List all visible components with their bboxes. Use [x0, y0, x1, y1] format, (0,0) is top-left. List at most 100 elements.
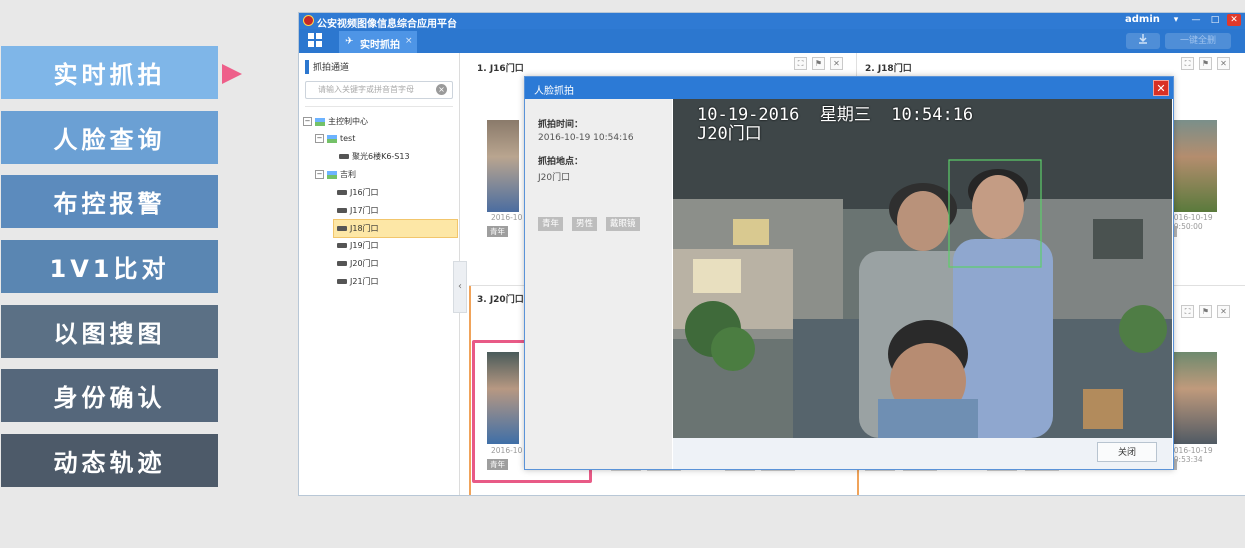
- active-nav-pointer-icon: [222, 64, 242, 84]
- camera-icon: [337, 243, 347, 248]
- tree-label: J21门口: [350, 277, 379, 286]
- cell-title: 3. J20门口: [477, 295, 524, 305]
- tree-node-camera[interactable]: J17门口: [337, 202, 379, 219]
- capture-place-value: J20门口: [538, 173, 571, 183]
- flag-icon[interactable]: ⚑: [812, 57, 825, 70]
- maximize-button[interactable]: □: [1208, 14, 1222, 26]
- thumb-tag: 青年: [487, 226, 508, 237]
- delete-all-label: 一键全删: [1179, 36, 1216, 46]
- window-close-button[interactable]: ✕: [1227, 14, 1241, 26]
- fullscreen-icon[interactable]: ⛶: [794, 57, 807, 70]
- tree-node-camera[interactable]: J21门口: [337, 273, 379, 290]
- dialog-close-icon[interactable]: ✕: [1153, 80, 1169, 96]
- attribute-tag: 戴眼镜: [606, 217, 640, 231]
- flag-icon[interactable]: ⚑: [1199, 57, 1212, 70]
- tree-node-test[interactable]: − test: [315, 130, 355, 147]
- panel-accent: [305, 60, 309, 74]
- dialog-close-button[interactable]: 关闭: [1097, 442, 1157, 462]
- tree-label: 吉利: [340, 170, 356, 179]
- face-capture-dialog: 人脸抓拍 ✕ 抓拍时间： 2016-10-19 10:54:16 抓拍地点： J…: [524, 76, 1174, 470]
- delete-all-button[interactable]: 一键全删: [1165, 33, 1231, 49]
- capture-place-label: 抓拍地点：: [538, 157, 584, 167]
- capture-time-value: 2016-10-19 10:54:16: [538, 133, 634, 143]
- nav-item-face-query[interactable]: 人脸查询: [1, 111, 218, 164]
- collapse-toggle-icon[interactable]: −: [315, 170, 324, 179]
- collapse-toggle-icon[interactable]: −: [303, 117, 312, 126]
- capture-time-label: 抓拍时间：: [538, 120, 584, 130]
- camera-icon: [339, 154, 349, 159]
- panel-collapse-handle[interactable]: ‹: [453, 261, 467, 313]
- thumb-timestamp: 2016-10-19 10:53:34: [1169, 446, 1213, 464]
- tree-label: J19门口: [350, 241, 379, 250]
- tree-node-camera[interactable]: 聚光6楼K6-S13: [339, 148, 410, 165]
- tree-label: test: [340, 134, 356, 143]
- current-user[interactable]: admin: [1125, 14, 1160, 25]
- tree-label: J17门口: [350, 206, 379, 215]
- tree-node-main-center[interactable]: − 主控制中心: [303, 113, 368, 130]
- nav-item-image-search[interactable]: 以图搜图: [1, 305, 218, 358]
- nav-item-identity-confirm[interactable]: 身份确认: [1, 369, 218, 422]
- fullscreen-icon[interactable]: ⛶: [1181, 305, 1194, 318]
- office-scene-image: [673, 99, 1172, 438]
- panel-title: 抓拍通道: [313, 63, 350, 73]
- download-icon: [1139, 34, 1147, 44]
- camera-tab-icon: ✈: [345, 36, 354, 47]
- police-badge-icon: [303, 15, 314, 26]
- collapse-toggle-icon[interactable]: −: [315, 134, 324, 143]
- camera-icon: [337, 190, 347, 195]
- network-group-icon: [327, 134, 337, 143]
- capture-scene-image: 10-19-2016 星期三 10:54:16 J20门口: [673, 99, 1172, 438]
- tree-label: 主控制中心: [328, 117, 368, 126]
- tree-label: J16门口: [350, 188, 379, 197]
- tab-live-capture[interactable]: ✈ 实时抓拍 ×: [339, 31, 417, 53]
- tree-label: J20门口: [350, 259, 379, 268]
- download-button[interactable]: [1126, 33, 1160, 49]
- tab-bar: ✈ 实时抓拍 × 一键全删: [299, 29, 1245, 53]
- video-location-overlay: J20门口: [697, 124, 762, 144]
- nav-item-dynamic-track[interactable]: 动态轨迹: [1, 434, 218, 487]
- camera-icon: [337, 279, 347, 284]
- app-title: 公安视频图像信息综合应用平台: [317, 19, 457, 30]
- channel-panel: 抓拍通道 请输入关键字或拼音首字母 × − 主控制中心 − test 聚光6楼K6-…: [299, 53, 460, 495]
- tree-node-camera[interactable]: J19门口: [337, 237, 379, 254]
- tab-close-icon[interactable]: ×: [405, 36, 413, 46]
- grid-menu-icon[interactable]: [307, 32, 323, 48]
- camera-icon: [337, 208, 347, 213]
- minimize-button[interactable]: —: [1189, 14, 1203, 26]
- capture-thumbnail[interactable]: [1169, 120, 1217, 212]
- search-clear-icon[interactable]: ×: [436, 84, 447, 95]
- channel-search-input[interactable]: 请输入关键字或拼音首字母: [305, 81, 453, 99]
- cell-title: 1. J16门口: [477, 64, 524, 74]
- nav-item-alarm-control[interactable]: 布控报警: [1, 175, 218, 228]
- nav-item-1v1-compare[interactable]: 1V1比对: [1, 240, 218, 293]
- attribute-tag: 男性: [572, 217, 598, 231]
- flag-icon[interactable]: ⚑: [1199, 305, 1212, 318]
- tab-label: 实时抓拍: [360, 40, 400, 51]
- capture-thumbnail[interactable]: [487, 120, 519, 212]
- close-icon[interactable]: ✕: [1217, 305, 1230, 318]
- dialog-footer: 关闭: [673, 438, 1172, 469]
- tree-label: 聚光6楼K6-S13: [352, 152, 410, 161]
- title-bar: 公安视频图像信息综合应用平台 admin ▾ — □ ✕: [299, 13, 1245, 30]
- fullscreen-icon[interactable]: ⛶: [1181, 57, 1194, 70]
- close-icon[interactable]: ✕: [830, 57, 843, 70]
- attribute-tag: 青年: [538, 217, 564, 231]
- camera-icon: [337, 226, 347, 231]
- thumb-timestamp: 2016-10: [491, 213, 523, 222]
- network-group-icon: [315, 117, 325, 126]
- close-icon[interactable]: ✕: [1217, 57, 1230, 70]
- dialog-title-bar: 人脸抓拍 ✕: [525, 77, 1173, 99]
- tree-node-camera[interactable]: J20门口: [337, 255, 379, 272]
- panel-divider: [305, 106, 453, 107]
- camera-icon: [337, 261, 347, 266]
- tree-node-camera[interactable]: J16门口: [337, 184, 379, 201]
- tree-label: J18门口: [350, 224, 379, 233]
- tree-node-jili[interactable]: − 吉利: [315, 166, 356, 183]
- user-menu-chevron-icon[interactable]: ▾: [1169, 14, 1183, 26]
- network-group-icon: [327, 170, 337, 179]
- nav-item-live-capture[interactable]: 实时抓拍: [1, 46, 218, 99]
- capture-thumbnail[interactable]: [1169, 352, 1217, 444]
- thumb-timestamp: 2016-10-19 10:50:00: [1169, 213, 1213, 231]
- capture-info-panel: 抓拍时间： 2016-10-19 10:54:16 抓拍地点： J20门口 青年…: [525, 99, 672, 469]
- tree-node-camera-selected[interactable]: J18门口: [333, 219, 458, 238]
